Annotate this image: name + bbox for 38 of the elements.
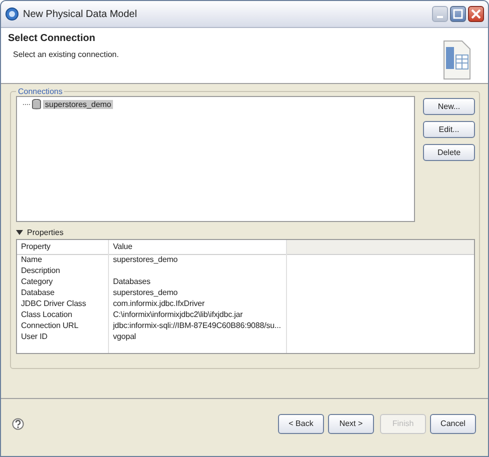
table-cell: User ID <box>17 331 109 342</box>
window-title: New Physical Data Model <box>23 8 138 20</box>
table-cell: Connection URL <box>17 320 109 331</box>
group-label: Connections <box>17 87 64 96</box>
page-title: Select Connection <box>8 33 96 44</box>
database-icon <box>32 99 41 110</box>
section-label: Properties <box>27 228 64 237</box>
table-cell: com.informix.jdbc.IfxDriver <box>109 298 287 309</box>
table-cell: Description <box>17 265 109 276</box>
wizard-button[interactable]: < Back <box>278 414 324 434</box>
close-button[interactable] <box>468 6 484 22</box>
table-cell: JDBC Driver Class <box>17 298 109 309</box>
connection-item[interactable]: superstores_demo <box>43 100 114 109</box>
data-model-icon <box>442 39 472 81</box>
page-description: Select an existing connection. <box>13 50 119 59</box>
table-cell: vgopal <box>109 331 287 342</box>
table-cell: superstores_demo <box>109 287 287 298</box>
table-cell: superstores_demo <box>109 254 287 265</box>
action-button[interactable]: New... <box>423 98 475 115</box>
table-cell: jdbc:informix-sqli://IBM-87E49C60B86:9088/su... <box>109 320 287 331</box>
wizard-button[interactable]: Cancel <box>430 414 476 434</box>
help-icon[interactable] <box>12 418 24 430</box>
action-button[interactable]: Edit... <box>423 121 475 138</box>
expand-toggle[interactable] <box>16 228 24 236</box>
app-icon <box>5 7 19 21</box>
table-cell: C:\informix\informixjdbc2\lib\ifxjdbc.jar <box>109 309 287 320</box>
maximize-button[interactable] <box>450 6 466 22</box>
table-cell: Name <box>17 254 109 265</box>
table-cell: Class Location <box>17 309 109 320</box>
table-cell: Databases <box>109 276 287 287</box>
column-header[interactable]: Property <box>17 240 109 255</box>
table-cell: Category <box>17 276 109 287</box>
table-cell: Database <box>17 287 109 298</box>
maximize-icon <box>453 9 463 19</box>
wizard-button[interactable]: Next > <box>328 414 374 434</box>
close-icon <box>471 9 481 19</box>
column-header[interactable]: Value <box>109 240 287 255</box>
action-button[interactable]: Delete <box>423 144 475 161</box>
